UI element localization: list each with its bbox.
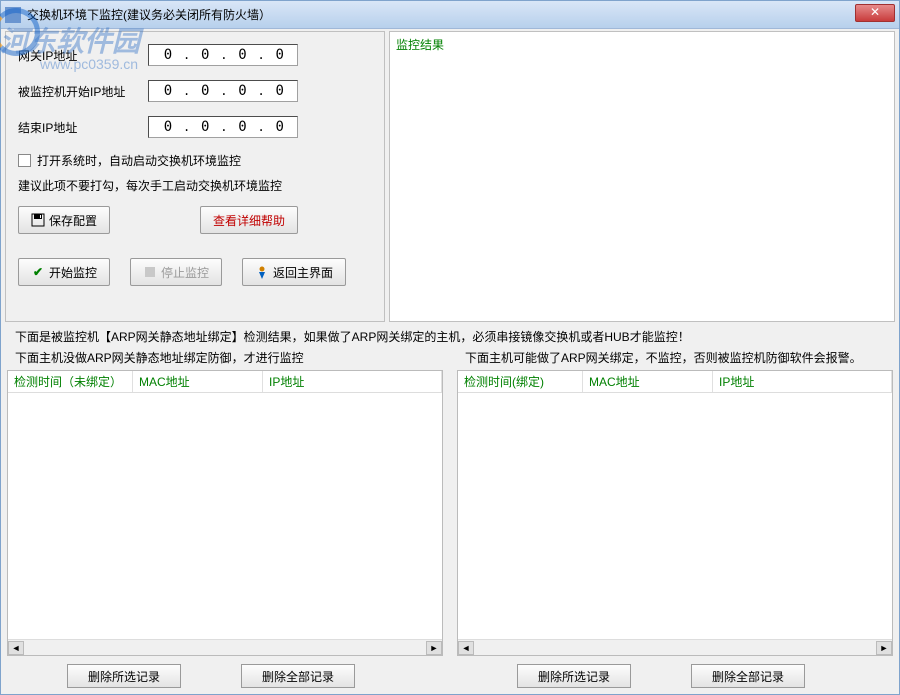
return-main-button[interactable]: 返回主界面 [242, 258, 346, 286]
close-button[interactable]: ✕ [855, 4, 895, 22]
ip-octet[interactable] [227, 119, 257, 135]
gateway-ip-input[interactable]: . . . [148, 44, 298, 66]
unbound-body[interactable] [8, 393, 442, 639]
ip-octet[interactable] [265, 119, 295, 135]
stop-monitor-button: 停止监控 [130, 258, 222, 286]
save-label: 保存配置 [49, 212, 97, 229]
unbound-list: 检测时间（未绑定） MAC地址 IP地址 ◄ ► [7, 370, 443, 656]
help-label: 查看详细帮助 [213, 212, 285, 229]
save-icon [31, 213, 45, 227]
col-ip[interactable]: IP地址 [263, 371, 442, 392]
ip-octet[interactable] [190, 83, 220, 99]
delete-selected-button[interactable]: 删除所选记录 [517, 664, 631, 688]
col-ip[interactable]: IP地址 [713, 371, 892, 392]
end-ip-input[interactable]: . . . [148, 116, 298, 138]
config-panel: 网关IP地址 . . . 被监控机开始IP地址 . . . [5, 31, 385, 322]
unbound-list-wrapper: 下面主机没做ARP网关静态地址绑定防御，才进行监控 检测时间（未绑定） MAC地… [7, 347, 443, 688]
ip-octet[interactable] [265, 47, 295, 63]
titlebar[interactable]: 交换机环境下监控(建议务必关闭所有防火墙） ✕ [1, 1, 899, 29]
delete-selected-button[interactable]: 删除所选记录 [67, 664, 181, 688]
end-ip-row: 结束IP地址 . . . [18, 116, 372, 138]
monitor-result-panel: 监控结果 [389, 31, 895, 322]
start-ip-input[interactable]: . . . [148, 80, 298, 102]
main-window: 交换机环境下监控(建议务必关闭所有防火墙） ✕ 河东软件园 www.pc0359… [0, 0, 900, 695]
ip-octet[interactable] [190, 47, 220, 63]
bound-header: 检测时间(绑定) MAC地址 IP地址 [458, 371, 892, 393]
monitor-result-title: 监控结果 [396, 36, 444, 53]
unbound-header: 检测时间（未绑定） MAC地址 IP地址 [8, 371, 442, 393]
bound-caption: 下面主机可能做了ARP网关绑定，不监控，否则被监控机防御软件会报警。 [457, 347, 893, 370]
delete-all-button[interactable]: 删除全部记录 [691, 664, 805, 688]
help-button[interactable]: 查看详细帮助 [200, 206, 298, 234]
scroll-left-icon[interactable]: ◄ [8, 641, 24, 655]
ip-octet[interactable] [153, 119, 183, 135]
body: 网关IP地址 . . . 被监控机开始IP地址 . . . [1, 29, 899, 694]
delete-all-button[interactable]: 删除全部记录 [241, 664, 355, 688]
end-ip-label: 结束IP地址 [18, 119, 148, 136]
start-monitor-button[interactable]: ✔ 开始监控 [18, 258, 110, 286]
ip-octet[interactable] [153, 83, 183, 99]
start-label: 开始监控 [49, 264, 97, 281]
window-title: 交换机环境下监控(建议务必关闭所有防火墙） [27, 6, 271, 23]
h-scrollbar[interactable]: ◄ ► [8, 639, 442, 655]
ip-octet[interactable] [190, 119, 220, 135]
save-config-button[interactable]: 保存配置 [18, 206, 110, 234]
scroll-left-icon[interactable]: ◄ [458, 641, 474, 655]
autostart-checkbox-row[interactable]: 打开系统时，自动启动交换机环境监控 [18, 152, 372, 169]
bound-list: 检测时间(绑定) MAC地址 IP地址 ◄ ► [457, 370, 893, 656]
stop-label: 停止监控 [161, 264, 209, 281]
arp-note: 下面是被监控机【ARP网关静态地址绑定】检测结果，如果做了ARP网关绑定的主机，… [1, 324, 899, 347]
check-icon: ✔ [31, 265, 45, 279]
start-ip-label: 被监控机开始IP地址 [18, 83, 148, 100]
scroll-right-icon[interactable]: ► [426, 641, 442, 655]
person-icon [255, 265, 269, 279]
col-time[interactable]: 检测时间(绑定) [458, 371, 583, 392]
return-label: 返回主界面 [273, 264, 333, 281]
start-ip-row: 被监控机开始IP地址 . . . [18, 80, 372, 102]
hint-text: 建议此项不要打勾，每次手工启动交换机环境监控 [18, 177, 372, 194]
bound-body[interactable] [458, 393, 892, 639]
ip-octet[interactable] [227, 83, 257, 99]
scroll-right-icon[interactable]: ► [876, 641, 892, 655]
app-icon [5, 7, 21, 23]
bound-list-wrapper: 下面主机可能做了ARP网关绑定，不监控，否则被监控机防御软件会报警。 检测时间(… [457, 347, 893, 688]
autostart-label: 打开系统时，自动启动交换机环境监控 [37, 152, 241, 169]
checkbox-icon[interactable] [18, 154, 31, 167]
bottom-panels: 下面主机没做ARP网关静态地址绑定防御，才进行监控 检测时间（未绑定） MAC地… [1, 347, 899, 694]
gateway-row: 网关IP地址 . . . [18, 44, 372, 66]
unbound-buttons: 删除所选记录 删除全部记录 [7, 656, 443, 688]
col-mac[interactable]: MAC地址 [583, 371, 713, 392]
ip-octet[interactable] [265, 83, 295, 99]
monitor-buttons: ✔ 开始监控 停止监控 返回主界面 [18, 258, 372, 286]
ip-octet[interactable] [153, 47, 183, 63]
col-mac[interactable]: MAC地址 [133, 371, 263, 392]
h-scrollbar[interactable]: ◄ ► [458, 639, 892, 655]
bound-buttons: 删除所选记录 删除全部记录 [457, 656, 893, 688]
col-time[interactable]: 检测时间（未绑定） [8, 371, 133, 392]
unbound-caption: 下面主机没做ARP网关静态地址绑定防御，才进行监控 [7, 347, 443, 370]
ip-octet[interactable] [227, 47, 257, 63]
top-panels: 网关IP地址 . . . 被监控机开始IP地址 . . . [1, 29, 899, 324]
stop-icon [143, 265, 157, 279]
gateway-label: 网关IP地址 [18, 47, 148, 64]
config-buttons: 保存配置 查看详细帮助 [18, 206, 372, 234]
